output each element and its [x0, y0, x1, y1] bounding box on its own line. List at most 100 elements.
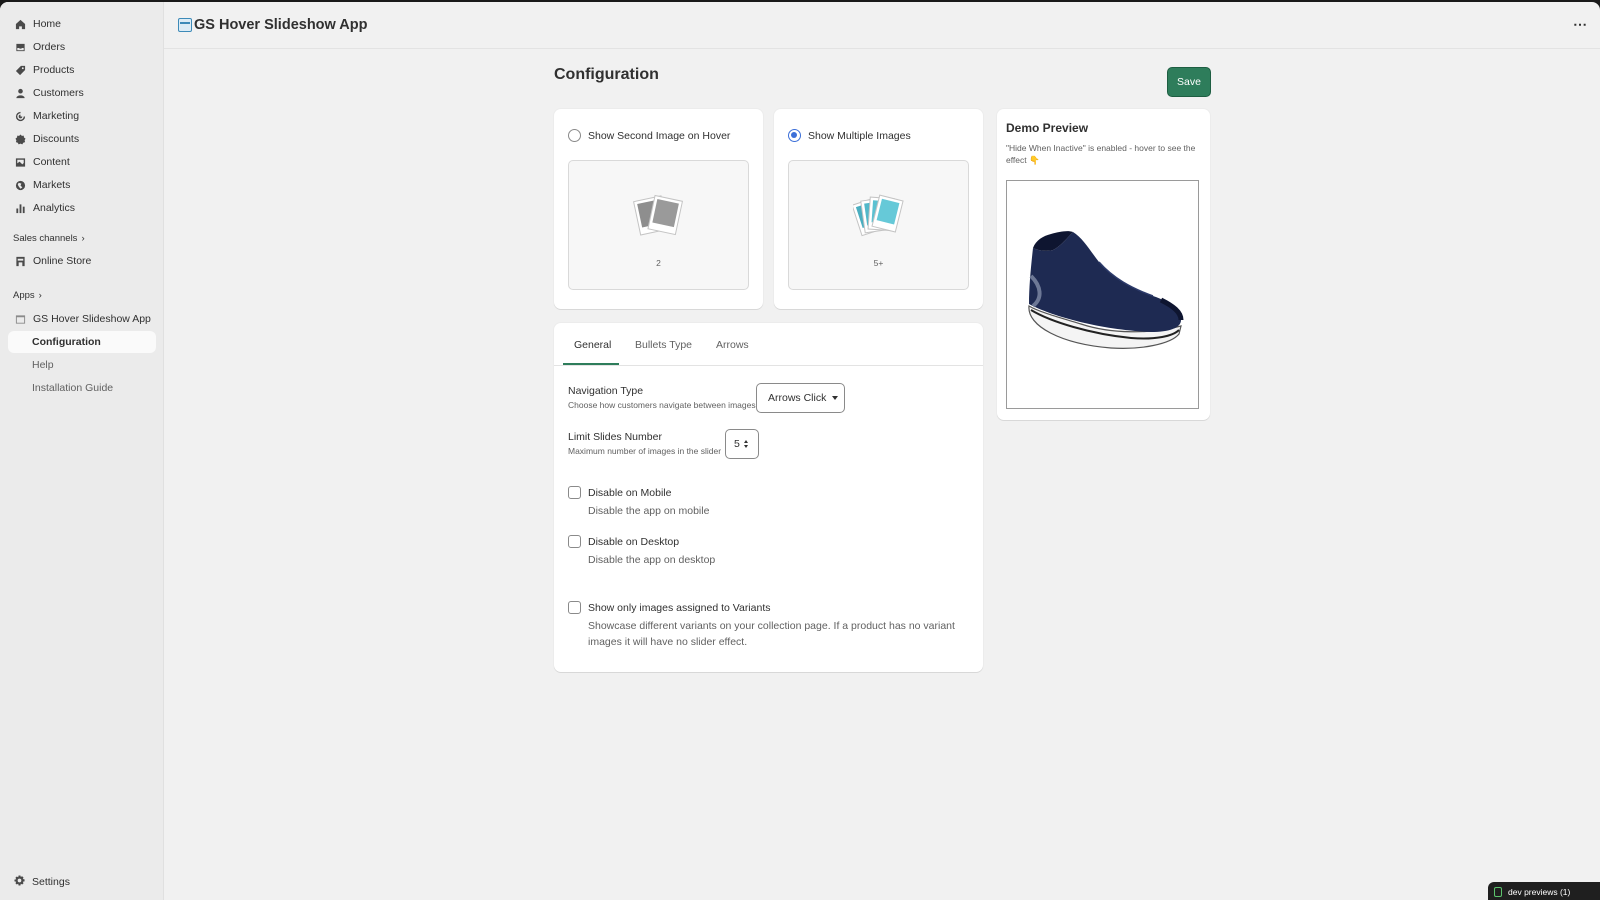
tab-bar: General Bullets Type Arrows: [554, 323, 983, 366]
chevron-right-icon: ›: [81, 233, 85, 244]
dev-previews-label: dev previews (1): [1508, 887, 1571, 897]
disable-desktop-row[interactable]: Disable on Desktop: [568, 535, 679, 548]
sidebar-item-analytics[interactable]: Analytics: [8, 197, 156, 219]
sidebar-item-orders[interactable]: Orders: [8, 36, 156, 58]
sidebar-item-label: Content: [33, 156, 70, 168]
option-card-second-image[interactable]: Show Second Image on Hover 2: [554, 109, 763, 309]
sidebar-item-gs-hover-app[interactable]: GS Hover Slideshow App: [8, 308, 156, 330]
person-icon: [14, 87, 26, 99]
sidebar-item-configuration[interactable]: Configuration: [8, 331, 156, 353]
disable-mobile-label: Disable on Mobile: [588, 486, 672, 499]
variants-only-label: Show only images assigned to Variants: [588, 601, 771, 614]
sidebar-item-help[interactable]: Help: [8, 354, 156, 376]
app-icon: [14, 313, 26, 325]
app-logo-icon: [178, 18, 192, 32]
sidebar-item-label: Configuration: [32, 336, 101, 348]
option-radio-row[interactable]: Show Multiple Images: [788, 129, 911, 142]
globe-icon: [14, 179, 26, 191]
tab-bullets-type[interactable]: Bullets Type: [635, 339, 692, 351]
variants-only-checkbox[interactable]: [568, 601, 581, 614]
sidebar-item-content[interactable]: Content: [8, 151, 156, 173]
navigation-type-label: Navigation Type: [568, 385, 644, 397]
inbox-icon: [14, 41, 26, 53]
sidebar-item-marketing[interactable]: Marketing: [8, 105, 156, 127]
sidebar-item-label: Products: [33, 64, 75, 76]
preview-icon: [1494, 887, 1502, 897]
disable-desktop-help: Disable the app on desktop: [588, 554, 716, 566]
save-button[interactable]: Save: [1167, 67, 1211, 97]
caret-down-icon: [832, 396, 839, 400]
option-card-multiple-images[interactable]: Show Multiple Images 5+: [774, 109, 983, 309]
sidebar-item-home[interactable]: Home: [8, 13, 156, 35]
chevron-right-icon: ›: [38, 290, 42, 301]
product-preview-image[interactable]: [1006, 180, 1199, 409]
sidebar-item-label: Discounts: [33, 133, 80, 145]
demo-preview-note: "Hide When Inactive" is enabled - hover …: [1006, 143, 1196, 165]
disable-mobile-row[interactable]: Disable on Mobile: [568, 486, 671, 499]
gear-icon: [14, 875, 25, 889]
admin-window: Home Orders Products Customers Marketing…: [0, 2, 1600, 900]
tab-arrows[interactable]: Arrows: [716, 339, 749, 351]
stepper-arrows-icon: [743, 440, 748, 448]
multiple-photos-icon: [853, 194, 904, 237]
option-radio[interactable]: [568, 129, 581, 142]
navigation-type-select[interactable]: Arrows Click: [756, 383, 845, 413]
limit-slides-label: Limit Slides Number: [568, 431, 662, 443]
chart-icon: [14, 202, 26, 214]
two-photos-icon: [633, 194, 684, 236]
disable-desktop-checkbox[interactable]: [568, 535, 581, 548]
page-title: Configuration: [554, 66, 659, 83]
variants-only-row[interactable]: Show only images assigned to Variants: [568, 601, 771, 614]
settings-label: Settings: [32, 876, 70, 888]
disable-mobile-checkbox[interactable]: [568, 486, 581, 499]
option-count: 2: [656, 258, 661, 268]
sidebar-item-label: Customers: [33, 87, 84, 99]
dev-previews-badge[interactable]: dev previews (1): [1488, 882, 1600, 900]
sidebar-item-label: Analytics: [33, 202, 76, 214]
home-icon: [14, 18, 26, 30]
sidebar-item-settings[interactable]: Settings: [14, 875, 70, 889]
sidebar: Home Orders Products Customers Marketing…: [0, 2, 164, 900]
app-title: GS Hover Slideshow App: [194, 17, 368, 33]
option-label: Show Multiple Images: [808, 129, 911, 142]
limit-slides-value: 5: [734, 438, 740, 450]
option-count: 5+: [873, 258, 884, 268]
sidebar-item-label: Marketing: [33, 110, 80, 122]
sidebar-item-online-store[interactable]: Online Store: [8, 250, 156, 272]
sidebar-item-label: Online Store: [33, 255, 92, 267]
variants-only-help: Showcase different variants on your coll…: [588, 620, 955, 648]
app-header: GS Hover Slideshow App ⋯: [164, 2, 1600, 49]
disable-mobile-help: Disable the app on mobile: [588, 505, 710, 517]
sidebar-item-label: GS Hover Slideshow App: [33, 313, 151, 325]
demo-preview-title: Demo Preview: [1006, 121, 1089, 135]
disable-desktop-label: Disable on Desktop: [588, 535, 680, 548]
option-illustration: 2: [568, 160, 749, 290]
demo-preview-card: Demo Preview "Hide When Inactive" is ena…: [997, 109, 1210, 420]
tag-icon: [14, 64, 26, 76]
sidebar-item-customers[interactable]: Customers: [8, 82, 156, 104]
more-actions-icon[interactable]: ⋯: [1573, 16, 1588, 33]
option-radio-row[interactable]: Show Second Image on Hover: [568, 129, 730, 142]
target-icon: [14, 110, 26, 122]
option-label: Show Second Image on Hover: [588, 129, 731, 142]
option-radio-selected[interactable]: [788, 129, 801, 142]
apps-heading[interactable]: Apps ›: [13, 290, 42, 301]
discount-icon: [14, 133, 26, 145]
limit-slides-stepper[interactable]: 5: [725, 429, 759, 459]
shoe-image: [1028, 231, 1184, 349]
settings-card: General Bullets Type Arrows Navigation T…: [554, 323, 983, 672]
sidebar-item-products[interactable]: Products: [8, 59, 156, 81]
sales-channels-heading[interactable]: Sales channels ›: [13, 233, 85, 244]
sidebar-item-markets[interactable]: Markets: [8, 174, 156, 196]
sidebar-item-label: Installation Guide: [32, 382, 114, 394]
sidebar-item-label: Orders: [33, 41, 66, 53]
sidebar-item-discounts[interactable]: Discounts: [8, 128, 156, 150]
sidebar-item-label: Home: [33, 18, 62, 30]
active-tab-indicator: [563, 363, 619, 365]
sidebar-item-label: Help: [32, 359, 54, 371]
sidebar-item-label: Markets: [33, 179, 71, 191]
navigation-type-value: Arrows Click: [768, 392, 827, 404]
sidebar-item-installation-guide[interactable]: Installation Guide: [8, 377, 156, 399]
tab-general[interactable]: General: [574, 339, 611, 351]
store-icon: [14, 255, 26, 267]
